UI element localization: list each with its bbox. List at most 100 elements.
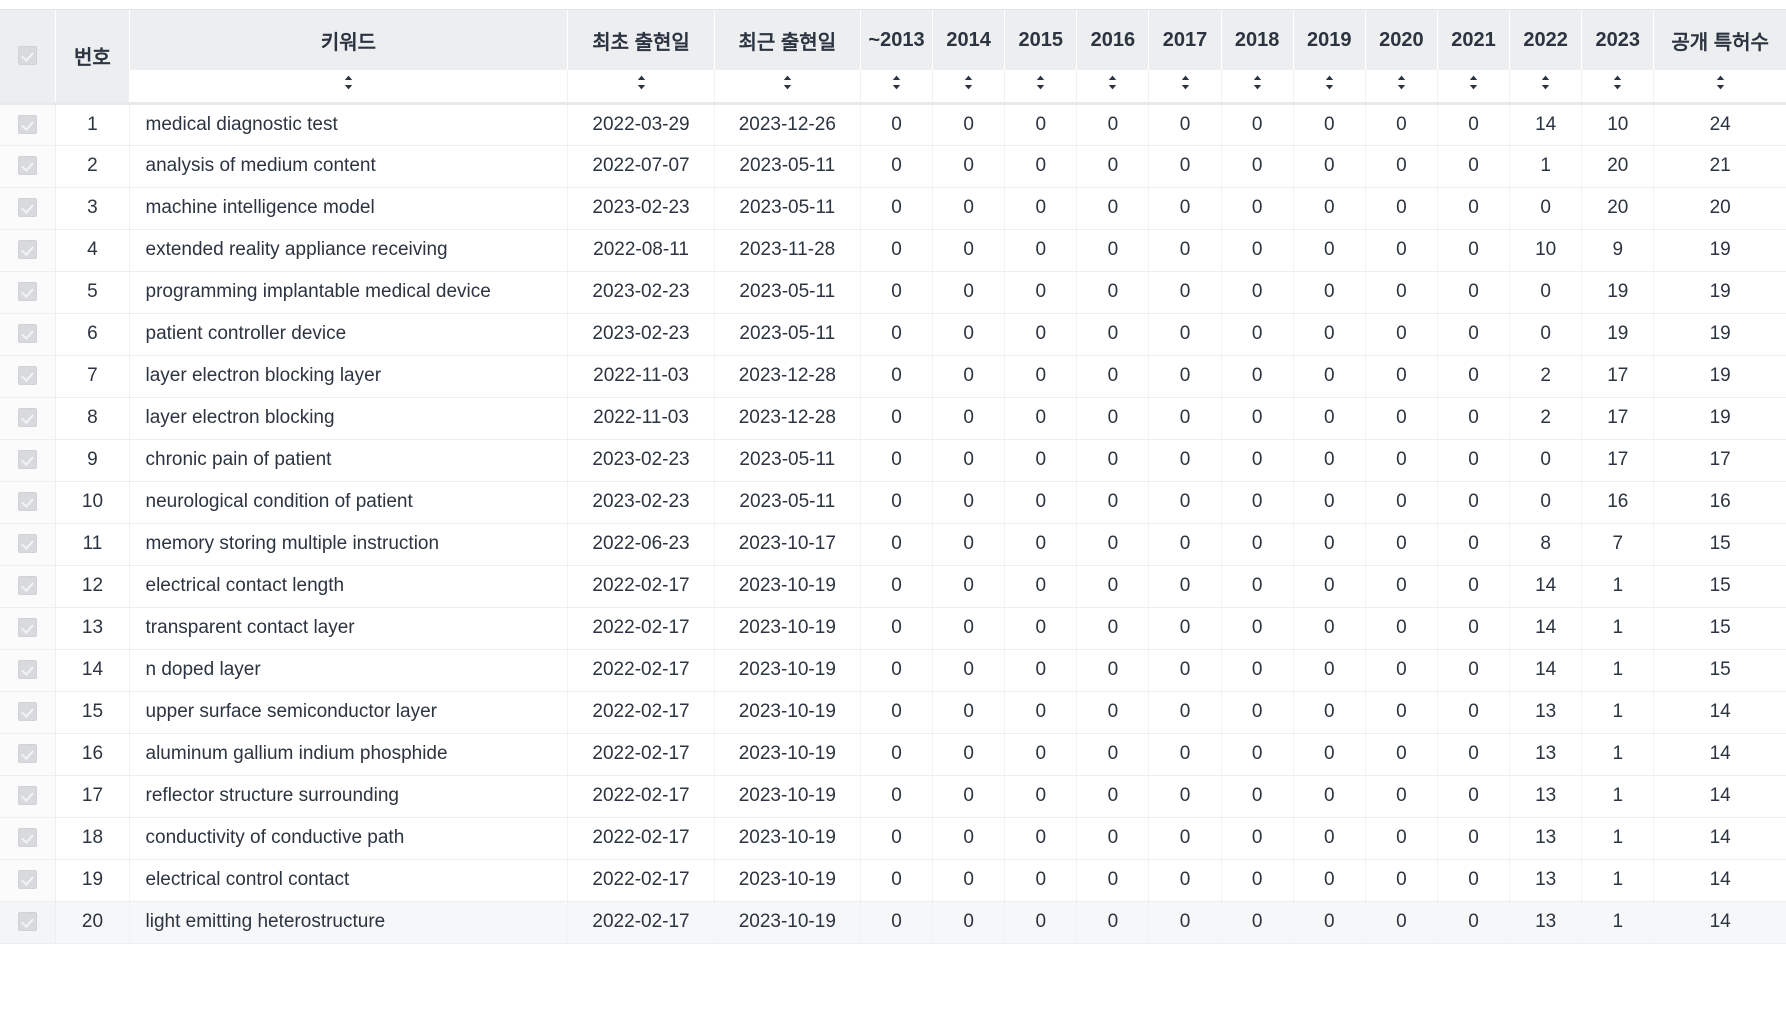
sort-updown-icon[interactable] bbox=[636, 74, 647, 91]
table-row[interactable]: 15 upper surface semiconductor layer 2022-… bbox=[0, 691, 1786, 734]
row-select-cell[interactable] bbox=[0, 733, 57, 776]
table-row[interactable]: 6 patient controller device 2023-02-23 2023… bbox=[0, 313, 1786, 356]
row-checkbox[interactable] bbox=[18, 534, 38, 554]
row-select-cell[interactable] bbox=[0, 817, 57, 860]
row-select-cell[interactable] bbox=[0, 229, 57, 272]
sort-updown-icon[interactable] bbox=[343, 74, 354, 91]
select-all-checkbox[interactable] bbox=[18, 46, 38, 66]
table-row[interactable]: 12 electrical contact length 2022-02-17 202… bbox=[0, 565, 1786, 608]
row-checkbox[interactable] bbox=[18, 282, 38, 302]
sort-updown-icon[interactable] bbox=[891, 74, 902, 91]
row-checkbox[interactable] bbox=[18, 870, 38, 890]
table-row[interactable]: 1 medical diagnostic test 2022-03-29 2023-1… bbox=[0, 103, 1786, 146]
row-checkbox[interactable] bbox=[18, 786, 38, 806]
header-keyword[interactable]: 키워드 bbox=[129, 10, 569, 70]
row-select-cell[interactable] bbox=[0, 271, 57, 314]
sort-updown-icon[interactable] bbox=[1252, 74, 1263, 91]
row-select-cell[interactable] bbox=[0, 187, 57, 230]
sort-control-year-2019[interactable] bbox=[1293, 70, 1366, 105]
sort-control-first-seen[interactable] bbox=[567, 70, 715, 105]
row-select-cell[interactable] bbox=[0, 649, 57, 692]
header-year-2019[interactable]: 2019 bbox=[1293, 10, 1366, 70]
row-checkbox[interactable] bbox=[18, 618, 38, 638]
row-select-cell[interactable] bbox=[0, 859, 57, 902]
row-select-cell[interactable] bbox=[0, 691, 57, 734]
table-row[interactable]: 17 reflector structure surrounding 2022-02… bbox=[0, 775, 1786, 818]
header-year-2013[interactable]: ~2013 bbox=[860, 10, 934, 70]
sort-updown-icon[interactable] bbox=[782, 74, 793, 91]
table-row[interactable]: 2 analysis of medium content 2022-07-07 202… bbox=[0, 145, 1786, 188]
row-checkbox[interactable] bbox=[18, 240, 38, 260]
sort-control-year-2022[interactable] bbox=[1509, 70, 1583, 105]
table-row[interactable]: 11 memory storing multiple instruction 202… bbox=[0, 523, 1786, 566]
sort-updown-icon[interactable] bbox=[1035, 74, 1046, 91]
sort-updown-icon[interactable] bbox=[1540, 74, 1551, 91]
sort-control-total[interactable] bbox=[1653, 70, 1786, 105]
table-row[interactable]: 16 aluminum gallium indium phosphide 2022-… bbox=[0, 733, 1786, 776]
header-select-all-cell[interactable] bbox=[0, 10, 57, 105]
sort-updown-icon[interactable] bbox=[1180, 74, 1191, 91]
table-row[interactable]: 13 transparent contact layer 2022-02-17 202… bbox=[0, 607, 1786, 650]
row-select-cell[interactable] bbox=[0, 565, 57, 608]
row-select-cell[interactable] bbox=[0, 439, 57, 482]
row-checkbox[interactable] bbox=[18, 828, 38, 848]
header-year-2015[interactable]: 2015 bbox=[1004, 10, 1078, 70]
sort-updown-icon[interactable] bbox=[1468, 74, 1479, 91]
row-checkbox[interactable] bbox=[18, 576, 38, 596]
sort-control-year-2016[interactable] bbox=[1076, 70, 1150, 105]
header-year-2020[interactable]: 2020 bbox=[1365, 10, 1438, 70]
table-row[interactable]: 19 electrical control contact 2022-02-17 20… bbox=[0, 859, 1786, 902]
sort-updown-icon[interactable] bbox=[1396, 74, 1407, 91]
table-row[interactable]: 18 conductivity of conductive path 2022-02… bbox=[0, 817, 1786, 860]
row-select-cell[interactable] bbox=[0, 523, 57, 566]
row-checkbox[interactable] bbox=[18, 912, 38, 932]
header-first-seen[interactable]: 최초 출현일 bbox=[567, 10, 715, 70]
row-select-cell[interactable] bbox=[0, 775, 57, 818]
row-checkbox[interactable] bbox=[18, 198, 38, 218]
table-row[interactable]: 4 extended reality appliance receiving 202… bbox=[0, 229, 1786, 272]
table-row[interactable]: 20 light emitting heterostructure 2022-02-… bbox=[0, 901, 1786, 944]
table-row[interactable]: 3 machine intelligence model 2023-02-23 202… bbox=[0, 187, 1786, 230]
sort-control-year-2017[interactable] bbox=[1148, 70, 1222, 105]
header-year-2014[interactable]: 2014 bbox=[932, 10, 1006, 70]
header-year-2018[interactable]: 2018 bbox=[1221, 10, 1294, 70]
header-year-2021[interactable]: 2021 bbox=[1437, 10, 1511, 70]
sort-control-year-2023[interactable] bbox=[1581, 70, 1655, 105]
sort-control-year-2018[interactable] bbox=[1221, 70, 1294, 105]
row-select-cell[interactable] bbox=[0, 607, 57, 650]
row-select-cell[interactable] bbox=[0, 901, 57, 944]
row-checkbox[interactable] bbox=[18, 114, 38, 134]
header-last-seen[interactable]: 최근 출현일 bbox=[714, 10, 861, 70]
header-year-2017[interactable]: 2017 bbox=[1148, 10, 1222, 70]
row-select-cell[interactable] bbox=[0, 313, 57, 356]
table-row[interactable]: 7 layer electron blocking layer 2022-11-03… bbox=[0, 355, 1786, 398]
row-select-cell[interactable] bbox=[0, 397, 57, 440]
row-checkbox[interactable] bbox=[18, 744, 38, 764]
table-row[interactable]: 9 chronic pain of patient 2023-02-23 2023-0… bbox=[0, 439, 1786, 482]
row-select-cell[interactable] bbox=[0, 103, 57, 146]
row-checkbox[interactable] bbox=[18, 702, 38, 722]
sort-control-keyword[interactable] bbox=[129, 70, 569, 105]
table-row[interactable]: 8 layer electron blocking 2022-11-03 2023-1… bbox=[0, 397, 1786, 440]
row-checkbox[interactable] bbox=[18, 366, 38, 386]
sort-control-year-2014[interactable] bbox=[932, 70, 1006, 105]
sort-updown-icon[interactable] bbox=[963, 74, 974, 91]
sort-updown-icon[interactable] bbox=[1324, 74, 1335, 91]
header-total[interactable]: 공개 특허수 bbox=[1653, 10, 1786, 70]
sort-control-year-2021[interactable] bbox=[1437, 70, 1511, 105]
row-checkbox[interactable] bbox=[18, 324, 38, 344]
table-row[interactable]: 10 neurological condition of patient 2023-… bbox=[0, 481, 1786, 524]
sort-control-year-2015[interactable] bbox=[1004, 70, 1078, 105]
row-select-cell[interactable] bbox=[0, 145, 57, 188]
row-checkbox[interactable] bbox=[18, 156, 38, 176]
row-checkbox[interactable] bbox=[18, 408, 38, 428]
row-select-cell[interactable] bbox=[0, 481, 57, 524]
sort-control-last-seen[interactable] bbox=[714, 70, 861, 105]
table-row[interactable]: 14 n doped layer 2022-02-17 2023-10-19 0 0 0 0 0… bbox=[0, 649, 1786, 692]
row-select-cell[interactable] bbox=[0, 355, 57, 398]
table-row[interactable]: 5 programming implantable medical device 2… bbox=[0, 271, 1786, 314]
sort-updown-icon[interactable] bbox=[1612, 74, 1623, 91]
sort-updown-icon[interactable] bbox=[1107, 74, 1118, 91]
row-checkbox[interactable] bbox=[18, 660, 38, 680]
header-year-2022[interactable]: 2022 bbox=[1509, 10, 1583, 70]
